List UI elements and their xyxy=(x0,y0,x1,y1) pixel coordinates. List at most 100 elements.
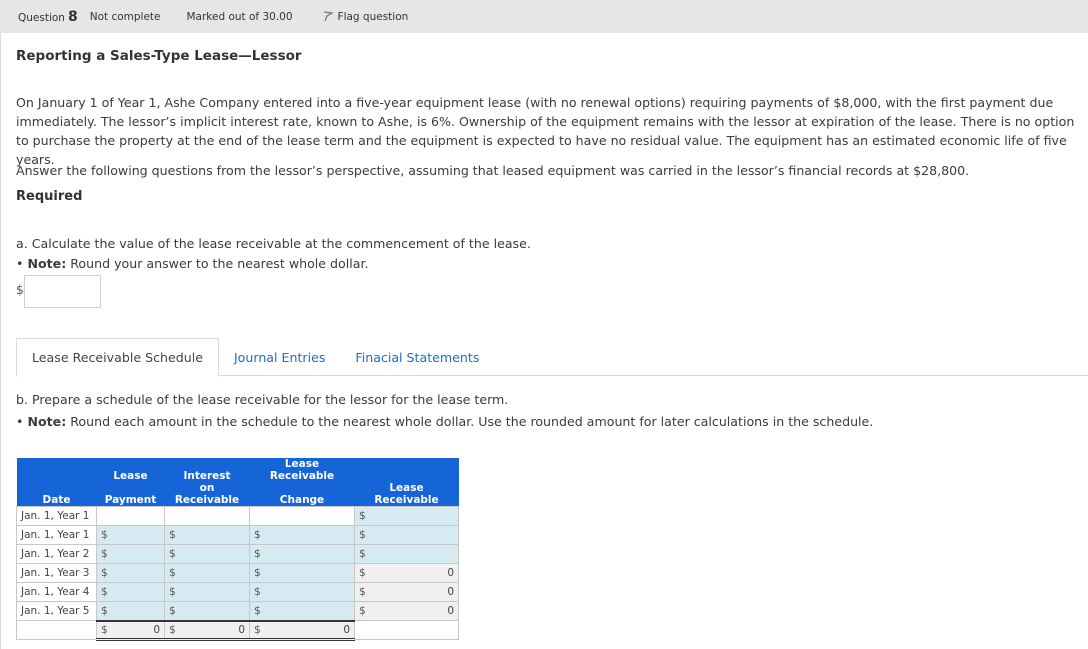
currency-symbol: $ xyxy=(169,586,176,598)
question-content: Reporting a Sales-Type Lease—Lessor On J… xyxy=(0,33,1088,649)
question-status: Not complete xyxy=(89,10,161,23)
tab-bar: Lease Receivable Schedule Journal Entrie… xyxy=(16,338,1088,377)
instructions-paragraph: Answer the following questions from the … xyxy=(16,163,970,178)
date-cell: Jan. 1, Year 1 xyxy=(16,506,97,526)
currency-symbol: $ xyxy=(254,604,261,617)
date-cell: Jan. 1, Year 1 xyxy=(16,525,97,545)
interest-input[interactable]: $ xyxy=(164,601,250,621)
interest-input[interactable]: $ xyxy=(164,563,250,583)
currency-symbol: $ xyxy=(169,567,176,579)
empty-cell xyxy=(249,506,355,526)
header-interest-top: Interest xyxy=(164,458,250,482)
header-lease-receivable-change: Change xyxy=(249,482,355,507)
table-row: Jan. 1, Year 3 $ $ $ $0 xyxy=(16,563,459,583)
empty-cell xyxy=(96,506,165,526)
total-receivable-change: $0 xyxy=(249,619,355,641)
tab-financial-statements[interactable]: Finacial Statements xyxy=(340,338,494,376)
lease-receivable-answer-input[interactable] xyxy=(24,275,101,308)
cell-value: 0 xyxy=(447,586,454,598)
receivable-change-input[interactable]: $ xyxy=(249,601,355,621)
currency-symbol: $ xyxy=(254,623,261,636)
receivable-change-input[interactable]: $ xyxy=(249,563,355,583)
currency-symbol: $ xyxy=(254,548,261,560)
empty-cell xyxy=(354,620,459,640)
currency-symbol: $ xyxy=(16,283,24,297)
header-interest-on-receivable: on Receivable xyxy=(164,482,250,507)
flag-question-button[interactable]: Flag question xyxy=(323,11,408,23)
question-title: Reporting a Sales-Type Lease—Lessor xyxy=(16,48,302,64)
lease-payment-input[interactable]: $ xyxy=(96,563,165,583)
date-cell: Jan. 1, Year 2 xyxy=(16,544,97,564)
cell-value: 0 xyxy=(447,605,454,617)
date-cell: Jan. 1, Year 4 xyxy=(16,582,97,602)
cell-value: 0 xyxy=(153,623,160,636)
interest-input[interactable]: $ xyxy=(164,525,250,545)
lease-receivable-input[interactable]: $ xyxy=(354,525,459,545)
tab-journal-entries[interactable]: Journal Entries xyxy=(219,338,340,376)
tab-lease-receivable-schedule[interactable]: Lease Receivable Schedule xyxy=(16,338,219,377)
total-interest: $0 xyxy=(164,619,250,641)
lease-payment-input[interactable]: $ xyxy=(96,582,165,602)
table-row: Jan. 1, Year 4 $ $ $ $0 xyxy=(16,582,459,602)
cell-value: 0 xyxy=(238,623,245,636)
lease-payment-input[interactable]: $ xyxy=(96,601,165,621)
lease-payment-input[interactable]: $ xyxy=(96,525,165,545)
receivable-change-input[interactable]: $ xyxy=(249,544,355,564)
question-label: Question xyxy=(18,11,65,24)
empty-cell xyxy=(164,506,250,526)
date-cell: Jan. 1, Year 3 xyxy=(16,563,97,583)
date-cell: Jan. 1, Year 5 xyxy=(16,601,97,621)
table-row: Jan. 1, Year 1 $ $ $ $ xyxy=(16,525,459,545)
cell-value: 0 xyxy=(447,567,454,579)
currency-symbol: $ xyxy=(254,586,261,598)
currency-symbol: $ xyxy=(169,529,176,541)
header-date: Date xyxy=(16,482,97,507)
question-number: Question 8 xyxy=(18,9,78,25)
part-b-question: b. Prepare a schedule of the lease recei… xyxy=(16,389,873,433)
lease-receivable-input[interactable]: $ xyxy=(354,544,459,564)
header-date-top xyxy=(16,458,97,482)
lease-receivable-computed: $0 xyxy=(354,563,459,583)
currency-symbol: $ xyxy=(359,605,366,617)
currency-symbol: $ xyxy=(169,604,176,617)
cell-value: 0 xyxy=(343,623,350,636)
currency-symbol: $ xyxy=(359,529,366,541)
bullet: • xyxy=(16,256,28,271)
header-change-top: Lease Receivable xyxy=(249,458,355,482)
currency-symbol: $ xyxy=(359,510,366,522)
interest-input[interactable]: $ xyxy=(164,544,250,564)
lease-receivable-schedule-table: Lease Interest Lease Receivable Date Pay… xyxy=(16,458,459,641)
question-number-value: 8 xyxy=(67,8,78,25)
currency-symbol: $ xyxy=(101,529,108,541)
question-info-bar: Question 8 Not complete Marked out of 30.… xyxy=(0,0,1088,33)
total-lease-payment: $0 xyxy=(96,619,165,641)
interest-input[interactable]: $ xyxy=(164,582,250,602)
part-a-answer: $ xyxy=(16,275,101,308)
receivable-change-input[interactable]: $ xyxy=(249,582,355,602)
receivable-change-input[interactable]: $ xyxy=(249,525,355,545)
currency-symbol: $ xyxy=(254,567,261,579)
table-row-initial: Jan. 1, Year 1 $ xyxy=(16,506,459,526)
currency-symbol: $ xyxy=(254,529,261,541)
required-heading: Required xyxy=(16,189,83,204)
currency-symbol: $ xyxy=(359,586,366,598)
lease-receivable-computed: $0 xyxy=(354,601,459,621)
flag-icon xyxy=(323,11,333,22)
currency-symbol: $ xyxy=(169,623,176,636)
header-lease-receivable: Lease Receivable xyxy=(354,482,459,507)
question-marks: Marked out of 30.00 xyxy=(186,10,293,23)
part-a-note: • Note: Round your answer to the nearest… xyxy=(16,254,531,274)
problem-paragraph: On January 1 of Year 1, Ashe Company ent… xyxy=(16,95,1075,167)
note-text: Round your answer to the nearest whole d… xyxy=(66,256,369,271)
header-receivable-top xyxy=(354,458,459,482)
part-a-prompt: a. Calculate the value of the lease rece… xyxy=(16,236,531,251)
currency-symbol: $ xyxy=(169,548,176,560)
lease-payment-input[interactable]: $ xyxy=(96,544,165,564)
currency-symbol: $ xyxy=(101,623,108,636)
currency-symbol: $ xyxy=(101,548,108,560)
currency-symbol: $ xyxy=(101,567,108,579)
currency-symbol: $ xyxy=(359,567,366,579)
header-payment-top: Lease xyxy=(96,458,165,482)
lease-receivable-computed: $0 xyxy=(354,582,459,602)
lease-receivable-input[interactable]: $ xyxy=(354,506,459,526)
